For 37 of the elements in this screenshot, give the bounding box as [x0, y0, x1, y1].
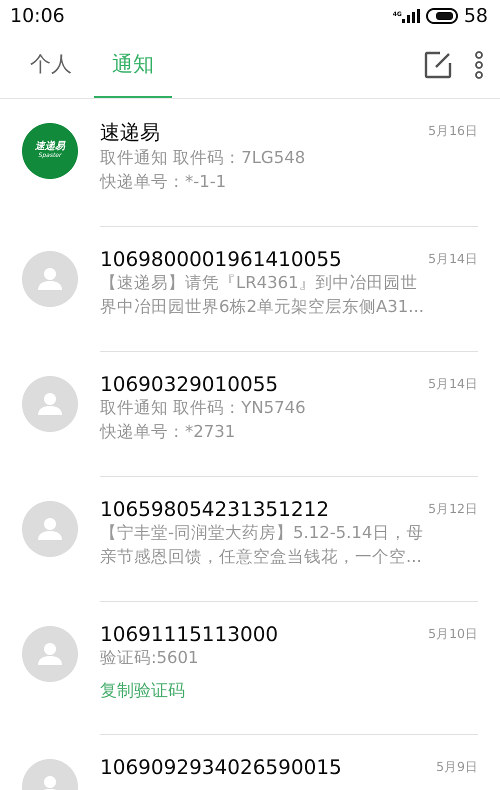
- message-date: 5月16日: [428, 123, 478, 140]
- message-item[interactable]: 106598054231351212 5月12日 【宁丰堂-同润堂大药房】5.12-5.14日，母 亲节感恩回馈，任意空盒当钱花，一个空...: [0, 477, 500, 602]
- message-item[interactable]: 10690329010055 5月14日 取件通知 取件码：YN5746 快递单号：*2731: [0, 352, 500, 477]
- message-preview: 取件通知 取件码：YN5746: [100, 397, 307, 419]
- more-icon[interactable]: [474, 51, 484, 79]
- sender-name: 速递易: [100, 119, 160, 146]
- message-date: 5月10日: [428, 626, 478, 643]
- sender-name: 10691115113000: [100, 622, 278, 646]
- message-date: 5月9日: [436, 759, 478, 776]
- sender-name: 1069092934026590015: [100, 755, 342, 779]
- message-preview: 界中冶田园世界6栋2单元架空层东侧A31...: [100, 296, 426, 318]
- message-date: 5月12日: [428, 501, 478, 518]
- message-preview: 取件通知 取件码：7LG548: [100, 147, 306, 169]
- message-item[interactable]: 1069800001961410055 5月14日 【速递易】请凭『LR4361』到中冶田园世 界中冶田园世界6栋2单元架空层东侧A31...: [0, 227, 500, 352]
- sender-name: 106598054231351212: [100, 497, 330, 521]
- compose-icon[interactable]: [424, 51, 452, 79]
- message-item[interactable]: 1069092934026590015 5月9日: [0, 735, 500, 790]
- message-date: 5月14日: [428, 251, 478, 268]
- sender-name: 10690329010055: [100, 372, 278, 396]
- signal-icon: [402, 9, 420, 23]
- message-date: 5月14日: [428, 376, 478, 393]
- person-icon: [37, 516, 63, 542]
- sender-name: 1069800001961410055: [100, 247, 342, 271]
- message-preview: 验证码:5601: [100, 647, 200, 669]
- person-icon: [37, 391, 63, 417]
- message-preview: 快递单号：*-1-1: [100, 171, 228, 193]
- tab[interactable]: 个人: [22, 32, 80, 98]
- message-preview: 【宁丰堂-同润堂大药房】5.12-5.14日，母: [100, 522, 424, 544]
- person-icon: [37, 641, 63, 667]
- person-icon: [37, 266, 63, 292]
- message-preview: 【速递易】请凭『LR4361』到中冶田园世: [100, 272, 419, 294]
- battery-icon: [426, 8, 458, 24]
- battery-level: 58: [464, 5, 488, 27]
- message-preview: 亲节感恩回馈，任意空盒当钱花，一个空...: [100, 546, 423, 568]
- message-item[interactable]: 10691115113000 5月10日 验证码:5601 复制验证码: [0, 602, 500, 735]
- status-time: 10:06: [10, 5, 65, 27]
- message-preview: 快递单号：*2731: [100, 421, 236, 443]
